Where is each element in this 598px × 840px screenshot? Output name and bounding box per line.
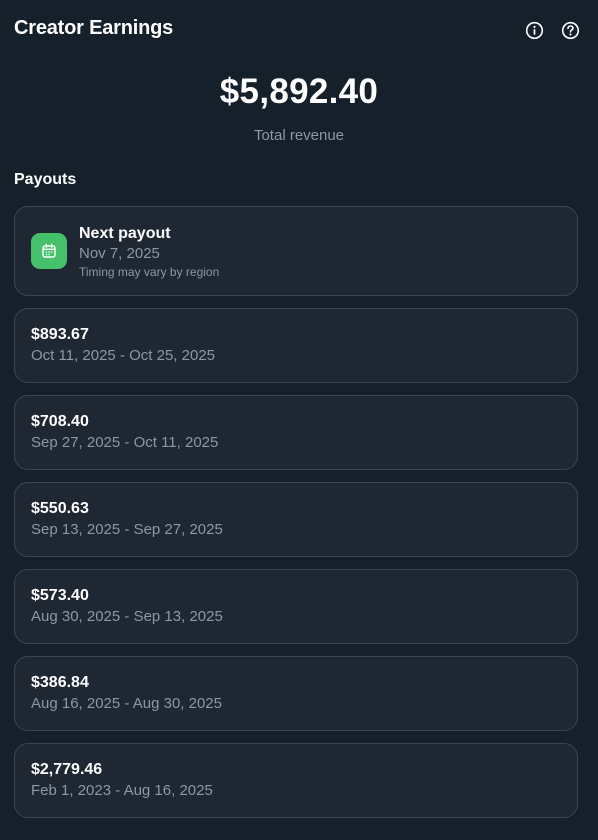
- payout-card[interactable]: $550.63 Sep 13, 2025 - Sep 27, 2025: [14, 482, 578, 557]
- page-title: Creator Earnings: [14, 17, 174, 39]
- total-revenue-label: Total revenue: [253, 127, 345, 144]
- next-payout-card[interactable]: Next payout Nov 7, 2025 Timing may vary …: [14, 206, 578, 296]
- payouts-section-title: Payouts: [14, 171, 77, 188]
- total-revenue-summary: $5,892.40 Total revenue: [0, 70, 598, 144]
- payout-card[interactable]: $893.67 Oct 11, 2025 - Oct 25, 2025: [14, 308, 578, 383]
- payout-date-range: Sep 13, 2025 - Sep 27, 2025: [31, 521, 223, 538]
- payout-card[interactable]: $2,779.46 Feb 1, 2023 - Aug 16, 2025: [14, 743, 578, 818]
- total-revenue-amount: $5,892.40: [219, 72, 379, 111]
- calendar-icon: [42, 243, 56, 258]
- next-payout-note: Timing may vary by region: [79, 265, 220, 279]
- payout-amount: $893.67: [31, 326, 89, 343]
- payout-card[interactable]: $386.84 Aug 16, 2025 - Aug 30, 2025: [14, 656, 578, 731]
- payout-amount: $708.40: [31, 413, 89, 430]
- payout-amount: $550.63: [31, 500, 89, 517]
- payout-date-range: Aug 30, 2025 - Sep 13, 2025: [31, 608, 223, 625]
- payout-date-range: Feb 1, 2023 - Aug 16, 2025: [31, 782, 213, 799]
- payout-date-range: Aug 16, 2025 - Aug 30, 2025: [31, 695, 222, 712]
- info-button[interactable]: [524, 20, 544, 40]
- next-payout-title: Next payout: [79, 225, 171, 242]
- page-header: Creator Earnings: [0, 0, 598, 60]
- next-payout-date: Nov 7, 2025: [79, 245, 160, 262]
- info-circle-icon: [525, 21, 543, 39]
- payout-date-range: Oct 11, 2025 - Oct 25, 2025: [31, 347, 215, 364]
- payout-card[interactable]: $573.40 Aug 30, 2025 - Sep 13, 2025: [14, 569, 578, 644]
- help-button[interactable]: [560, 20, 580, 40]
- payout-amount: $573.40: [31, 587, 89, 604]
- next-payout-details: Next payout Nov 7, 2025 Timing may vary …: [79, 224, 219, 280]
- payout-amount: $386.84: [31, 674, 89, 691]
- calendar-badge: [31, 233, 67, 269]
- payout-date-range: Sep 27, 2025 - Oct 11, 2025: [31, 434, 219, 451]
- payout-amount: $2,779.46: [31, 761, 103, 778]
- question-circle-icon: [561, 21, 579, 39]
- payout-card[interactable]: $708.40 Sep 27, 2025 - Oct 11, 2025: [14, 395, 578, 470]
